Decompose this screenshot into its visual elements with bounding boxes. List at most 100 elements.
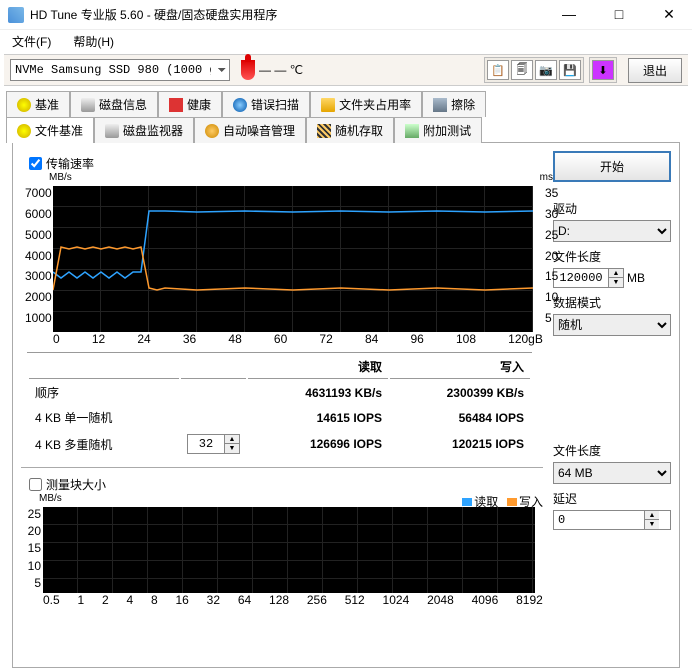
tab-diskmonitor[interactable]: 磁盘监视器 bbox=[94, 117, 194, 143]
temperature-value: — — ℃ bbox=[259, 63, 303, 77]
delay-label: 延迟 bbox=[553, 490, 671, 507]
separator bbox=[21, 467, 543, 468]
menubar: 文件(F) 帮助(H) bbox=[0, 30, 692, 52]
tab-label: 文件夹占用率 bbox=[339, 96, 411, 113]
filelen-spinner[interactable]: ▲▼ bbox=[553, 268, 624, 288]
extra-icon bbox=[405, 124, 419, 138]
tabs: 基准 磁盘信息 健康 错误扫描 文件夹占用率 擦除 文件基准 磁盘监视器 自动噪… bbox=[6, 90, 686, 668]
tab-diskinfo[interactable]: 磁盘信息 bbox=[70, 91, 158, 117]
down-icon[interactable]: ▼ bbox=[645, 520, 659, 529]
blocksize-chart bbox=[43, 507, 535, 593]
filelen2-label: 文件长度 bbox=[553, 442, 671, 459]
down-icon[interactable]: ▼ bbox=[609, 278, 623, 287]
tab-errorscan[interactable]: 错误扫描 bbox=[222, 91, 310, 117]
chart1-plot bbox=[53, 186, 533, 332]
toolbar-icon-group-1: 📋 🗐 📷 💾 bbox=[484, 57, 584, 83]
legend-write-swatch bbox=[507, 498, 517, 506]
tab-label: 磁盘监视器 bbox=[123, 122, 183, 139]
temperature-display: — — ℃ bbox=[241, 60, 303, 80]
disk-icon bbox=[81, 98, 95, 112]
filelen-label: 文件长度 bbox=[553, 248, 671, 265]
hdr-read: 读取 bbox=[248, 355, 388, 379]
tab-randomaccess[interactable]: 随机存取 bbox=[306, 117, 394, 143]
window-title: HD Tune 专业版 5.60 - 硬盘/固态硬盘实用程序 bbox=[30, 6, 554, 23]
threads-value[interactable] bbox=[188, 437, 224, 451]
menu-help[interactable]: 帮助(H) bbox=[67, 31, 120, 52]
legend-read-swatch bbox=[462, 498, 472, 506]
folder-icon bbox=[321, 98, 335, 112]
minimize-button[interactable]: — bbox=[554, 6, 584, 23]
tab-benchmark[interactable]: 基准 bbox=[6, 91, 70, 117]
tab-label: 健康 bbox=[187, 96, 211, 113]
tab-erase[interactable]: 擦除 bbox=[422, 91, 486, 117]
menu-file[interactable]: 文件(F) bbox=[6, 31, 57, 52]
tab-label: 擦除 bbox=[451, 96, 475, 113]
random-icon bbox=[317, 124, 331, 138]
chart1-y-right-ticks: 3530252015105 bbox=[545, 186, 563, 332]
app-icon bbox=[8, 7, 24, 23]
copy-screenshot-icon[interactable]: 🗐 bbox=[511, 60, 533, 80]
transfer-rate-checkbox[interactable] bbox=[29, 157, 42, 170]
tab-label: 错误扫描 bbox=[251, 96, 299, 113]
blocksize-checkbox[interactable] bbox=[29, 478, 42, 491]
tab-folderusage[interactable]: 文件夹占用率 bbox=[310, 91, 422, 117]
chart1-y-right-unit: ms bbox=[540, 172, 553, 183]
up-icon[interactable]: ▲ bbox=[645, 511, 659, 520]
tab-health[interactable]: 健康 bbox=[158, 91, 222, 117]
maximize-button[interactable]: □ bbox=[604, 6, 634, 23]
tab-extratests[interactable]: 附加测试 bbox=[394, 117, 482, 143]
magnifier-icon bbox=[233, 98, 247, 112]
drive-label: 驱动 bbox=[553, 200, 671, 217]
tab-filebench[interactable]: 文件基准 bbox=[6, 117, 94, 143]
threads-down-icon[interactable]: ▼ bbox=[225, 444, 239, 453]
chart2-x-ticks: 0.512481632641282565121024204840968192 bbox=[43, 593, 543, 607]
close-button[interactable]: ✕ bbox=[654, 6, 684, 23]
toolbar: NVMe Samsung SSD 980 (1000 gB) — — ℃ 📋 🗐… bbox=[4, 54, 688, 86]
delay-value[interactable] bbox=[554, 513, 644, 527]
screenshot-icon[interactable]: 📷 bbox=[535, 60, 557, 80]
delay-spinner[interactable]: ▲▼ bbox=[553, 510, 671, 530]
exit-button[interactable]: 退出 bbox=[628, 58, 682, 83]
threads-up-icon[interactable]: ▲ bbox=[225, 435, 239, 444]
save-icon[interactable]: 💾 bbox=[559, 60, 581, 80]
tab-label: 文件基准 bbox=[35, 122, 83, 139]
tab-content: 传输速率 MB/s ms 7000600050004000300020001 bbox=[12, 142, 680, 668]
toolbar-icon-group-2: ⬇ bbox=[589, 57, 617, 83]
filelen-unit: MB bbox=[627, 271, 645, 285]
drive-select[interactable]: D: bbox=[553, 220, 671, 242]
chart2-y-unit: MB/s bbox=[39, 493, 62, 504]
row-4kb-multi: 4 KB 多重随机 ▲▼ 126696 IOPS120215 IOPS bbox=[29, 431, 530, 457]
up-icon[interactable]: ▲ bbox=[609, 269, 623, 278]
titlebar: HD Tune 专业版 5.60 - 硬盘/固态硬盘实用程序 — □ ✕ bbox=[0, 0, 692, 30]
transfer-rate-chart bbox=[53, 186, 533, 332]
threads-spinner[interactable]: ▲▼ bbox=[187, 434, 240, 454]
chart1-x-ticks: 01224364860728496108120gB bbox=[53, 332, 543, 346]
thermometer-icon bbox=[241, 60, 255, 80]
results-table: 读取写入 顺序4631193 KB/s2300399 KB/s 4 KB 单一随… bbox=[27, 352, 532, 459]
tab-label: 基准 bbox=[35, 96, 59, 113]
bulb-icon bbox=[17, 98, 31, 112]
copy-info-icon[interactable]: 📋 bbox=[487, 60, 509, 80]
start-button[interactable]: 开始 bbox=[553, 151, 671, 182]
bulb-icon bbox=[17, 124, 31, 138]
chart1-y-left-unit: MB/s bbox=[49, 172, 72, 183]
blocksize-label: 测量块大小 bbox=[46, 476, 106, 493]
side-panel: 开始 驱动 D: 文件长度 ▲▼ MB 数据模式 随机 文件长度 64 MB 延… bbox=[553, 151, 671, 593]
tab-aam[interactable]: 自动噪音管理 bbox=[194, 117, 306, 143]
erase-icon bbox=[433, 98, 447, 112]
tab-label: 磁盘信息 bbox=[99, 96, 147, 113]
options-icon[interactable]: ⬇ bbox=[592, 60, 614, 80]
transfer-rate-label: 传输速率 bbox=[46, 155, 94, 172]
mode-select[interactable]: 随机 bbox=[553, 314, 671, 336]
chart2-y-ticks: 252015105 bbox=[25, 507, 41, 593]
chart1-y-left-ticks: 7000600050004000300020001000 bbox=[25, 186, 51, 332]
tab-label: 附加测试 bbox=[423, 122, 471, 139]
cross-icon bbox=[169, 98, 183, 112]
mode-label: 数据模式 bbox=[553, 294, 671, 311]
row-sequential: 顺序4631193 KB/s2300399 KB/s bbox=[29, 381, 530, 404]
filelen2-select[interactable]: 64 MB bbox=[553, 462, 671, 484]
speaker-icon bbox=[205, 124, 219, 138]
monitor-icon bbox=[105, 124, 119, 138]
device-select[interactable]: NVMe Samsung SSD 980 (1000 gB) bbox=[10, 59, 230, 81]
row-4kb-single: 4 KB 单一随机14615 IOPS56484 IOPS bbox=[29, 406, 530, 429]
